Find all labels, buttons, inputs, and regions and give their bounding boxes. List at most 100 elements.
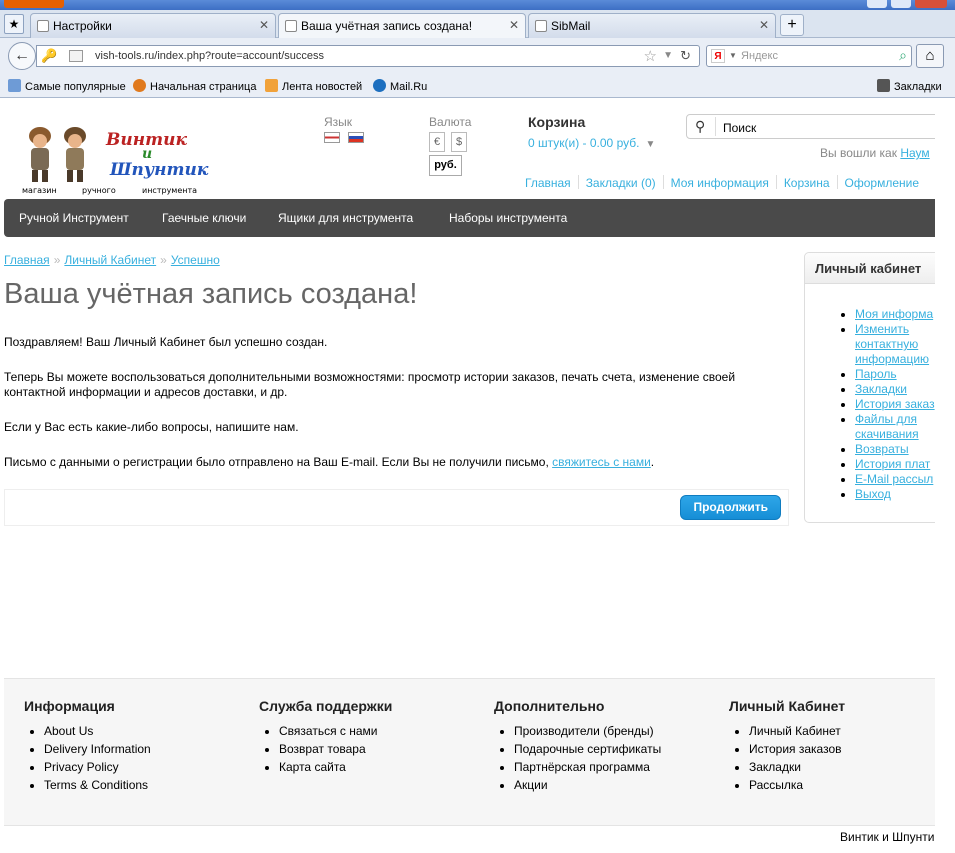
menu-item-wrenches[interactable]: Гаечные ключи [162, 211, 246, 225]
menu-item-tool-boxes[interactable]: Ящики для инструмента [278, 211, 413, 225]
footer-item[interactable]: Производители (бренды) [514, 722, 661, 740]
maximize-button[interactable] [891, 0, 911, 8]
toplink-cart[interactable]: Корзина [784, 176, 830, 190]
footer-link[interactable]: Производители (бренды) [514, 724, 654, 738]
address-bar[interactable]: 🔑 vish-tools.ru/index.php?route=account/… [36, 45, 700, 67]
footer-link[interactable]: Delivery Information [44, 742, 151, 756]
currency-dollar-button[interactable]: $ [451, 132, 467, 152]
footer-link[interactable]: Подарочные сертификаты [514, 742, 661, 756]
footer-link[interactable]: Личный Кабинет [749, 724, 841, 738]
cart-dropdown[interactable]: 0 штук(и) - 0.00 руб. ▼ [528, 136, 655, 150]
close-tab-icon[interactable]: ✕ [759, 18, 769, 32]
yandex-icon[interactable]: Я [711, 49, 725, 63]
reload-icon[interactable]: ↻ [680, 48, 691, 64]
search-go-icon[interactable]: ⌕ [899, 47, 907, 64]
engine-dropdown-icon[interactable]: ▼ [729, 51, 737, 60]
footer-item[interactable]: Возврат товара [279, 740, 392, 758]
history-dropdown-icon[interactable]: ▼ [663, 50, 673, 61]
footer-link[interactable]: Terms & Conditions [44, 778, 148, 792]
page-icon [285, 20, 297, 32]
menu-item-hand-tools[interactable]: Ручной Инструмент [19, 211, 129, 225]
breadcrumb-home[interactable]: Главная [4, 253, 50, 267]
toplink-account[interactable]: Моя информация [671, 176, 769, 190]
search-input[interactable]: Поиск [723, 121, 756, 135]
contact-us-link[interactable]: свяжитесь с нами [552, 455, 651, 469]
footer-link[interactable]: About Us [44, 724, 93, 738]
footer-link[interactable]: Закладки [749, 760, 801, 774]
footer-item[interactable]: Подарочные сертификаты [514, 740, 661, 758]
tab-account-created[interactable]: Ваша учётная запись создана! ✕ [278, 13, 526, 39]
toplink-wishlist[interactable]: Закладки (0) [586, 176, 656, 190]
footer-col-extras: Дополнительно Производители (бренды) Под… [494, 698, 661, 794]
footer-link[interactable]: Карта сайта [279, 760, 346, 774]
close-tab-icon[interactable]: ✕ [509, 18, 519, 32]
sidebar-item-password[interactable]: Пароль [855, 367, 897, 381]
footer-item[interactable]: Личный Кабинет [749, 722, 845, 740]
tab-groups-icon[interactable]: ★ [4, 14, 24, 34]
bookmarks-menu[interactable]: Закладки [877, 79, 942, 93]
footer-link[interactable]: Privacy Policy [44, 760, 119, 774]
sidebar-item-transactions[interactable]: История плат [855, 457, 930, 471]
toplink-checkout[interactable]: Оформление [845, 176, 919, 190]
bookmark-news-feed[interactable]: Лента новостей [265, 79, 362, 93]
bookmark-start-page[interactable]: Начальная страница [133, 79, 256, 93]
footer-link[interactable]: Рассылка [749, 778, 803, 792]
breadcrumb-account[interactable]: Личный Кабинет [64, 253, 156, 267]
minimize-button[interactable] [867, 0, 887, 8]
url-text[interactable]: vish-tools.ru/index.php?route=account/su… [95, 50, 324, 62]
search-icon[interactable]: ⚲ [695, 118, 705, 135]
footer-item[interactable]: Privacy Policy [44, 758, 151, 776]
currency-euro-button[interactable]: € [429, 132, 445, 152]
footer-item[interactable]: Terms & Conditions [44, 776, 151, 794]
bookmark-most-visited[interactable]: Самые популярные [8, 79, 126, 93]
home-button[interactable]: ⌂ [916, 44, 944, 68]
sidebar-item-returns[interactable]: Возвраты [855, 442, 909, 456]
firefox-menu-button[interactable] [4, 0, 64, 8]
close-tab-icon[interactable]: ✕ [259, 18, 269, 32]
search-divider [715, 117, 716, 136]
new-tab-button[interactable]: + [780, 14, 804, 36]
footer-link[interactable]: Связаться с нами [279, 724, 377, 738]
footer-item[interactable]: Связаться с нами [279, 722, 392, 740]
sidebar-item-my-info[interactable]: Моя информа [855, 307, 933, 321]
sidebar-item-edit-contacts[interactable]: Изменить контактную информацию [855, 322, 929, 366]
sidebar-item-logout[interactable]: Выход [855, 487, 891, 501]
currency-rub-button[interactable]: руб. [429, 155, 462, 176]
footer-item[interactable]: Рассылка [749, 776, 845, 794]
flag-ru-icon[interactable] [348, 132, 364, 143]
footer-link[interactable]: Акции [514, 778, 548, 792]
footer-item[interactable]: Карта сайта [279, 758, 392, 776]
toplink-home[interactable]: Главная [525, 176, 571, 190]
continue-button[interactable]: Продолжить [680, 495, 781, 520]
back-button[interactable]: ← [8, 42, 36, 70]
sidebar-item-order-history[interactable]: История заказ [855, 397, 935, 411]
footer-item[interactable]: About Us [44, 722, 151, 740]
user-link[interactable]: Наум [900, 146, 929, 160]
close-window-button[interactable] [915, 0, 947, 8]
footer-link[interactable]: История заказов [749, 742, 842, 756]
store-logo[interactable]: Винтик и Шпунтик магазин ручного инструм… [14, 120, 208, 200]
footer-item[interactable]: Акции [514, 776, 661, 794]
footer-link[interactable]: Партнёрская программа [514, 760, 650, 774]
tab-sibmail[interactable]: SibMail ✕ [528, 13, 776, 38]
footer-item[interactable]: Delivery Information [44, 740, 151, 758]
sidebar-item-wishlist[interactable]: Закладки [855, 382, 907, 396]
bookmark-label: Mail.Ru [390, 81, 428, 93]
search-bar[interactable]: Я ▼ Яндекс ⌕ [706, 45, 912, 67]
tab-settings[interactable]: Настройки ✕ [30, 13, 276, 38]
sidebar-item-downloads[interactable]: Файлы для скачивания [855, 412, 919, 441]
footer-item[interactable]: Партнёрская программа [514, 758, 661, 776]
bookmark-star-icon[interactable]: ☆ [644, 47, 657, 65]
sidebar-item-newsletter[interactable]: E-Mail рассыл [855, 472, 933, 486]
flag-uk-icon[interactable] [324, 132, 340, 143]
breadcrumb-success[interactable]: Успешно [171, 253, 220, 267]
search-placeholder: Яндекс [741, 50, 778, 62]
site-search-field[interactable]: ⚲ Поиск [686, 114, 935, 139]
footer-item[interactable]: Закладки [749, 758, 845, 776]
menu-item-tool-sets[interactable]: Наборы инструмента [449, 211, 567, 225]
footer-item[interactable]: История заказов [749, 740, 845, 758]
bookmark-mailru[interactable]: Mail.Ru [373, 79, 427, 93]
page-title: Ваша учётная запись создана! [4, 278, 418, 310]
footer-link[interactable]: Возврат товара [279, 742, 366, 756]
site-identity-icon[interactable] [69, 50, 83, 62]
